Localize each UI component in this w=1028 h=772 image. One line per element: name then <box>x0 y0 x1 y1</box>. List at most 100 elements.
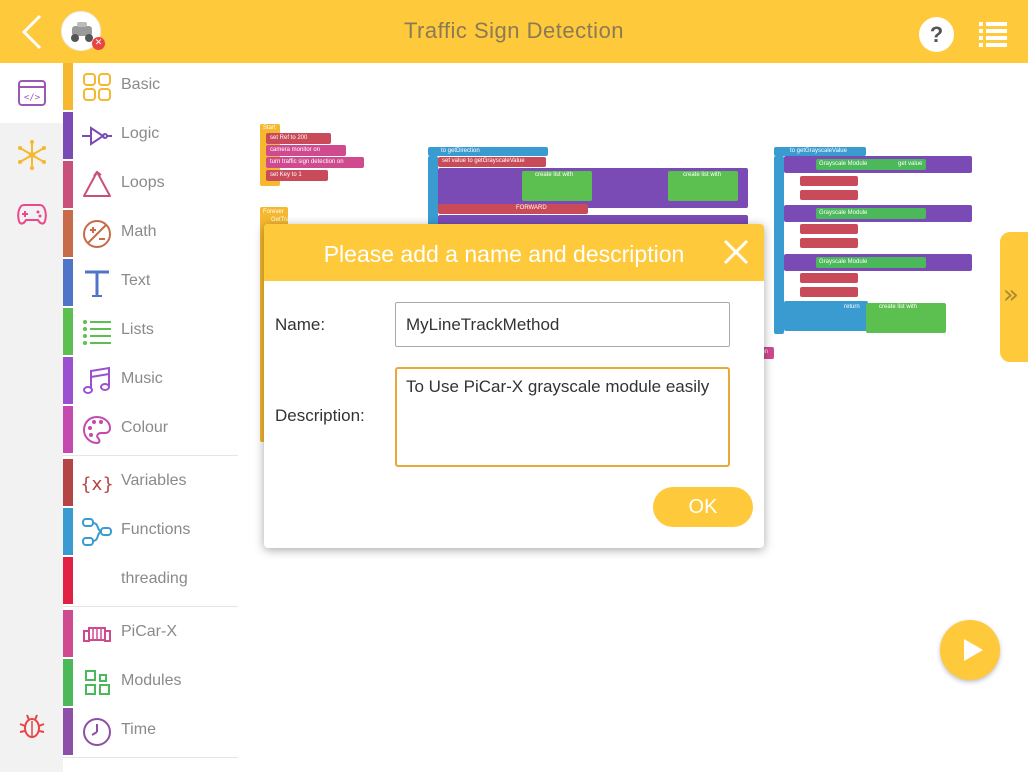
dialog-title: Please add a name and description <box>323 241 685 267</box>
category-math[interactable]: Math <box>63 210 238 257</box>
block-text: set value to getGrayscaleValue <box>442 158 525 164</box>
category-color-bar <box>63 659 73 706</box>
category-modules[interactable]: Modules <box>63 659 238 706</box>
block-text: Grayscale Module <box>819 210 868 216</box>
code-editor-icon: </> <box>18 80 46 106</box>
category-colour[interactable]: Colour <box>63 406 238 453</box>
category-time[interactable]: Time <box>63 708 238 755</box>
code-block[interactable] <box>800 224 858 234</box>
category-label: Variables <box>121 472 187 489</box>
palette-icon <box>82 415 112 445</box>
page-title: Traffic Sign Detection <box>403 18 625 43</box>
category-color-bar <box>63 406 73 453</box>
category-label: Music <box>121 370 163 387</box>
block-text: create list with <box>879 304 918 310</box>
block-text: create list with <box>683 172 722 178</box>
category-color-bar <box>63 459 73 506</box>
block-text: FORWARD <box>516 205 547 211</box>
category-lists[interactable]: Lists <box>63 308 238 355</box>
category-loops[interactable]: Loops <box>63 161 238 208</box>
picar-robot-icon <box>83 627 111 642</box>
block-text: to getDirection <box>441 148 480 154</box>
app-header: ✕ Traffic Sign Detection ? <box>0 0 1028 63</box>
name-label: Name: <box>275 315 326 334</box>
category-color-bar <box>63 557 73 604</box>
svg-text:{x}: {x} <box>81 474 113 495</box>
close-icon[interactable] <box>722 238 750 266</box>
function-flow-icon <box>82 518 112 546</box>
category-label: Text <box>121 272 151 289</box>
code-block[interactable] <box>800 273 858 283</box>
list-lines-icon <box>83 320 111 345</box>
block-text: camera monitor on <box>270 147 321 153</box>
math-operators-icon <box>83 220 111 248</box>
modules-blocks-icon <box>85 670 110 695</box>
connection-icon <box>18 140 46 170</box>
category-divider <box>63 757 238 758</box>
block-text: GetTraffic <box>271 217 298 223</box>
block-text: set Ref to 200 <box>270 135 308 141</box>
category-divider <box>63 606 238 607</box>
category-label: Logic <box>121 125 160 142</box>
clock-icon <box>83 718 111 746</box>
category-threading[interactable]: threading <box>63 557 238 604</box>
category-color-bar <box>63 161 73 208</box>
rail-debug[interactable] <box>0 696 63 756</box>
code-block[interactable] <box>438 204 588 214</box>
category-color-bar <box>63 63 73 110</box>
block-text: Grayscale Module <box>819 161 868 167</box>
block-text: return <box>844 304 860 310</box>
loop-arrows-icon <box>83 170 111 197</box>
category-label: Time <box>121 721 156 738</box>
block-text: set Key to 1 <box>270 172 302 178</box>
code-block[interactable] <box>800 190 858 200</box>
block-text: Start <box>263 125 276 131</box>
category-variables[interactable]: {x} Variables <box>63 459 238 506</box>
category-logic[interactable]: Logic <box>63 112 238 159</box>
block-text: get value <box>898 161 923 167</box>
block-text: turn traffic sign detection on <box>270 159 344 165</box>
category-label: Modules <box>121 672 182 689</box>
category-picar-x[interactable]: PiCar-X <box>63 610 238 657</box>
gamepad-icon <box>17 204 47 225</box>
text-t-icon <box>85 270 109 297</box>
category-label: Basic <box>121 76 161 93</box>
help-button[interactable]: ? <box>919 17 954 52</box>
rail-code-editor[interactable]: </> <box>0 63 63 123</box>
rail-connection[interactable] <box>0 126 63 186</box>
category-label: Math <box>121 223 157 240</box>
description-label: Description: <box>275 406 365 425</box>
category-music[interactable]: Music <box>63 357 238 404</box>
rail-gamepad[interactable] <box>0 186 63 246</box>
block-text: Forever <box>263 209 284 215</box>
code-block[interactable] <box>800 238 858 248</box>
category-label: Functions <box>121 521 191 538</box>
category-label: threading <box>121 570 188 587</box>
logic-gate-icon <box>82 126 112 146</box>
variable-braces-icon: {x} <box>81 474 113 495</box>
description-field[interactable]: To Use PiCar-X grayscale module easily <box>395 367 730 467</box>
double-chevron-right-icon: » <box>1003 280 1019 310</box>
run-button[interactable] <box>940 620 1000 680</box>
code-block[interactable] <box>800 176 858 186</box>
category-text[interactable]: Text <box>63 259 238 306</box>
category-color-bar <box>63 357 73 404</box>
music-note-icon <box>83 366 110 394</box>
category-label: Colour <box>121 419 169 436</box>
list-menu-icon[interactable] <box>978 19 1008 49</box>
category-functions[interactable]: Functions <box>63 508 238 555</box>
category-color-bar <box>63 112 73 159</box>
category-label: Loops <box>121 174 165 191</box>
ok-button[interactable]: OK <box>653 487 753 527</box>
block-text: to getGrayscaleValue <box>790 148 847 154</box>
play-icon <box>964 639 983 661</box>
function-body <box>774 156 784 334</box>
block-text: Grayscale Module <box>819 259 868 265</box>
expand-panel-tab[interactable]: » <box>1000 232 1028 362</box>
name-description-dialog: Please add a name and description Name: … <box>264 224 764 548</box>
category-label: Lists <box>121 321 154 338</box>
code-block[interactable] <box>800 287 858 297</box>
category-basic[interactable]: Basic <box>63 63 238 110</box>
category-color-bar <box>63 210 73 257</box>
name-field[interactable] <box>395 302 730 347</box>
